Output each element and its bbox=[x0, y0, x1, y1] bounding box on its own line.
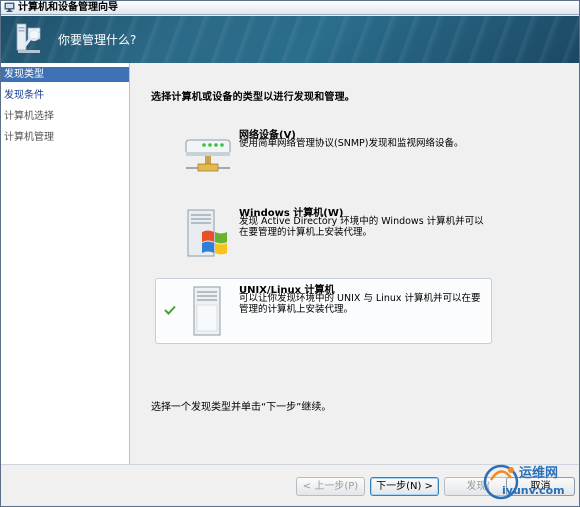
computer-search-icon bbox=[16, 23, 41, 53]
watermark-text: 运维网 bbox=[519, 466, 559, 481]
nav-step-computer-management: 计算机管理 bbox=[4, 132, 54, 143]
wizard-steps-nav: 发现类型 发现条件 计算机选择 计算机管理 bbox=[1, 63, 130, 464]
instruction-prompt: 选择计算机或设备的类型以进行发现和管理。 bbox=[151, 92, 355, 103]
site-watermark: 运维网 iyunv.com bbox=[479, 456, 579, 506]
unix-computer-icon bbox=[193, 286, 221, 336]
page-heading: 你要管理什么? bbox=[58, 33, 137, 47]
next-button[interactable]: 下一步(N) > bbox=[370, 477, 439, 496]
back-button[interactable]: < 上一步(P) bbox=[296, 477, 365, 496]
option-windows-computer[interactable]: Windows 计算机(W) 发现 Active Directory 环境中的 … bbox=[155, 201, 492, 267]
continue-hint: 选择一个发现类型并单击“下一步”继续。 bbox=[151, 402, 332, 413]
option-description: 发现 Active Directory 环境中的 Windows 计算机并可以在… bbox=[239, 216, 484, 238]
wizard-content: 选择计算机或设备的类型以进行发现和管理。 网络设备(V) 使用简单网络管理协议(… bbox=[131, 63, 579, 464]
windows-computer-icon bbox=[187, 209, 227, 257]
option-description: 使用简单网络管理协议(SNMP)发现和监视网络设备。 bbox=[239, 138, 464, 149]
option-unix-linux-computer[interactable]: UNIX/Linux 计算机 可以让你发现环境中的 UNIX 与 Linux 计… bbox=[155, 278, 492, 344]
wizard-header: 你要管理什么? bbox=[1, 16, 579, 63]
nav-step-discovery-type[interactable]: 发现类型 bbox=[1, 67, 129, 82]
nav-step-discovery-criteria[interactable]: 发现条件 bbox=[1, 88, 129, 103]
title-bar: 计算机和设备管理向导 bbox=[1, 1, 579, 15]
option-description: 可以让你发现环境中的 UNIX 与 Linux 计算机并可以在要管理的计算机上安… bbox=[239, 293, 481, 315]
option-network-device[interactable]: 网络设备(V) 使用简单网络管理协议(SNMP)发现和监视网络设备。 bbox=[155, 123, 492, 189]
nav-step-computer-selection: 计算机选择 bbox=[4, 111, 54, 122]
wizard-window: 计算机和设备管理向导 你要管理什么? 发现类型 发现条件 计算机选择 计算机管理… bbox=[0, 0, 580, 507]
watermark-url: iyunv.com bbox=[502, 484, 565, 497]
checkmark-icon bbox=[164, 305, 176, 315]
wizard-app-icon bbox=[4, 2, 15, 12]
network-device-icon bbox=[185, 139, 231, 172]
window-title: 计算机和设备管理向导 bbox=[18, 2, 118, 13]
